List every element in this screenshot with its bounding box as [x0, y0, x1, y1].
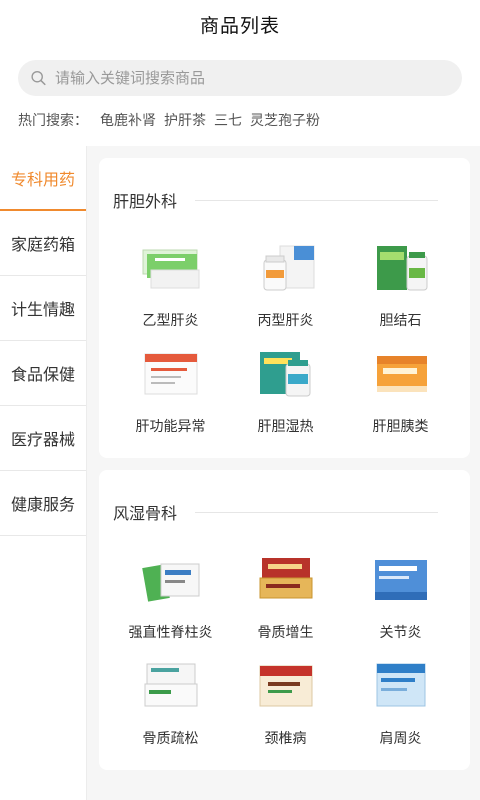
product-name: 肝胆胰类: [372, 419, 429, 435]
main-body: 专科用药 家庭药箱 计生情趣 食品保健 医疗器械 健康服务 肝胆外科 乙型肝炎 …: [0, 146, 480, 800]
category-section: 风湿骨科 强直性脊柱炎 骨质增生 关节炎 骨质疏松 颈椎病 肩周炎: [99, 470, 470, 770]
sidebar-item-specialty[interactable]: 专科用药: [0, 146, 86, 211]
header: 商品列表: [0, 0, 480, 48]
product-item[interactable]: 骨质增生: [228, 552, 343, 642]
product-name: 强直性脊柱炎: [128, 625, 213, 641]
product-name: 关节炎: [379, 625, 422, 641]
search-input[interactable]: [54, 69, 450, 87]
hot-search-item[interactable]: 灵芝孢子粉: [250, 110, 320, 130]
hot-search-item[interactable]: 龟鹿补肾: [100, 110, 156, 130]
section-divider: [195, 511, 438, 513]
product-name: 肝功能异常: [135, 419, 206, 435]
product-item[interactable]: 颈椎病: [228, 658, 343, 748]
app: 商品列表 热门搜索： 龟鹿补肾 护肝茶 三七 灵芝孢子粉 专科用药 家庭药箱 计…: [0, 0, 480, 800]
search-area: [0, 48, 480, 96]
sidebar-item-food-health[interactable]: 食品保健: [0, 341, 86, 406]
white-bottle-box-icon: [263, 245, 314, 291]
product-content: 肝胆外科 乙型肝炎 丙型肝炎 胆结石 肝功能异常 肝胆湿热 肝胆胰类 风湿骨科 …: [87, 146, 480, 800]
section-header: 肝胆外科: [113, 188, 458, 212]
hot-search-item[interactable]: 三七: [214, 110, 242, 130]
teal-bottle-box-icon: [259, 352, 310, 397]
sidebar-item-family[interactable]: 家庭药箱: [0, 211, 86, 276]
section-title: 风湿骨科: [113, 504, 178, 523]
red-gold-box-icon: [259, 558, 312, 599]
section-divider: [195, 199, 438, 201]
hot-search-label: 热门搜索：: [18, 113, 88, 129]
product-item[interactable]: 丙型肝炎: [228, 240, 343, 330]
hot-search-item[interactable]: 护肝茶: [164, 110, 206, 130]
product-item[interactable]: 肝胆胰类: [343, 346, 458, 436]
sidebar-item-health-services[interactable]: 健康服务: [0, 471, 86, 536]
product-item[interactable]: 胆结石: [343, 240, 458, 330]
green-medicine-box-icon: [142, 249, 199, 289]
product-name: 骨质疏松: [142, 731, 199, 747]
sidebar-item-family-planning[interactable]: 计生情趣: [0, 276, 86, 341]
product-name: 肝胆湿热: [257, 419, 314, 435]
product-item[interactable]: 强直性脊柱炎: [113, 552, 228, 642]
light-blue-box-icon: [376, 663, 425, 707]
product-name: 丙型肝炎: [257, 313, 314, 329]
category-sidebar: 专科用药 家庭药箱 计生情趣 食品保健 医疗器械 健康服务: [0, 146, 87, 800]
product-item[interactable]: 肝胆湿热: [228, 346, 343, 436]
section-header: 风湿骨科: [113, 500, 458, 524]
product-item[interactable]: 关节炎: [343, 552, 458, 642]
section-title: 肝胆外科: [113, 192, 178, 211]
product-grid: 乙型肝炎 丙型肝炎 胆结石 肝功能异常 肝胆湿热 肝胆胰类: [113, 240, 458, 436]
product-grid: 强直性脊柱炎 骨质增生 关节炎 骨质疏松 颈椎病 肩周炎: [113, 552, 458, 748]
search-bar[interactable]: [18, 60, 462, 96]
red-white-box-icon: [144, 353, 197, 395]
blue-box-icon: [374, 560, 427, 600]
orange-box-icon: [376, 356, 427, 392]
hot-search: 热门搜索： 龟鹿补肾 护肝茶 三七 灵芝孢子粉: [0, 96, 480, 146]
product-item[interactable]: 乙型肝炎: [113, 240, 228, 330]
search-icon: [31, 70, 46, 86]
product-item[interactable]: 肩周炎: [343, 658, 458, 748]
product-item[interactable]: 骨质疏松: [113, 658, 228, 748]
product-name: 肩周炎: [379, 731, 422, 747]
product-name: 胆结石: [379, 313, 422, 329]
green-bottle-box-icon: [376, 246, 427, 291]
category-section: 肝胆外科 乙型肝炎 丙型肝炎 胆结石 肝功能异常 肝胆湿热 肝胆胰类: [99, 158, 470, 458]
sidebar-item-medical-devices[interactable]: 医疗器械: [0, 406, 86, 471]
product-name: 骨质增生: [257, 625, 314, 641]
red-cream-box-icon: [259, 665, 312, 707]
product-name: 乙型肝炎: [142, 313, 199, 329]
green-pack-icon: [141, 563, 199, 602]
product-item[interactable]: 肝功能异常: [113, 346, 228, 436]
white-green-box-icon: [144, 663, 197, 707]
product-name: 颈椎病: [264, 731, 307, 747]
page-title: 商品列表: [199, 14, 280, 37]
